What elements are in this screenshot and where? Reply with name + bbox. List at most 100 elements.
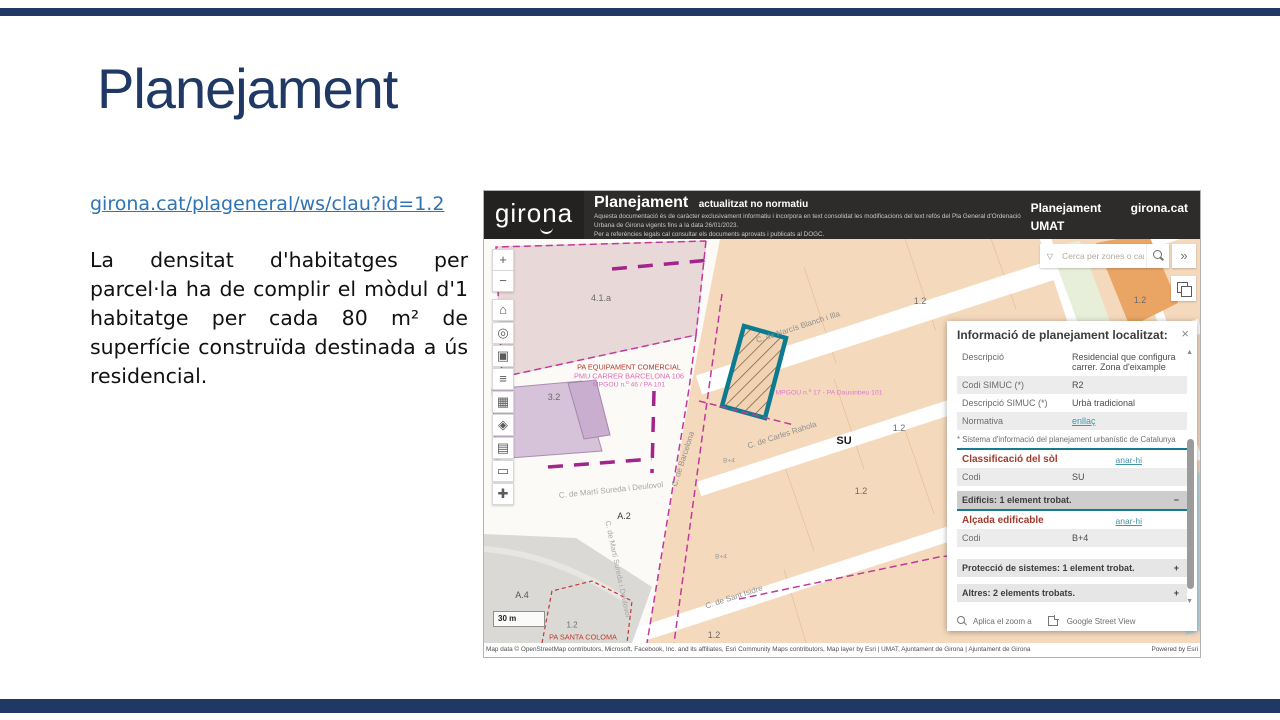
app-header: girona Planejament actualitzat no normat…	[484, 191, 1200, 239]
section-label: Edificis: 1 element trobat.	[962, 495, 1072, 505]
zone-label: 1.2	[914, 296, 927, 306]
attribute-row: Descripció Residencial que configura car…	[957, 348, 1187, 376]
section-label: Protecció de sistemes: 1 element trobat.	[962, 563, 1135, 573]
close-icon[interactable]: ×	[1181, 326, 1189, 341]
expand-search-button[interactable]: »	[1172, 244, 1196, 268]
zoom-in-button[interactable]: +	[492, 249, 514, 271]
zone-label: 1.2	[1134, 295, 1147, 305]
row-label: Descripció	[957, 348, 1070, 376]
attribution-text: Map data © OpenStreetMap contributors, M…	[486, 646, 1031, 653]
plan-label: MPGOU n.º 17 - PA Dausinbeu 101	[775, 390, 882, 397]
scroll-up-icon[interactable]: ▲	[1186, 349, 1193, 356]
group-title: Classificació del sòl	[962, 454, 1058, 465]
basemap-gallery-icon	[1177, 282, 1188, 293]
measure-button[interactable]: ▭	[492, 460, 514, 482]
page-title: Planejament	[97, 56, 397, 121]
basemap-grid-button[interactable]: ▦	[492, 391, 514, 413]
plan-label: MPGOU n.º 46 / PA 101	[593, 382, 665, 389]
row-value: R2	[1070, 376, 1187, 394]
panel-footnote: * Sistema d'informació del planejament u…	[957, 430, 1187, 448]
street-view-icon	[1048, 616, 1058, 626]
group-title: Alçada edificable	[962, 515, 1044, 526]
extent-button[interactable]: ▣	[492, 345, 514, 367]
disclaimer-line-1: Aquesta documentació és de caràcter excl…	[594, 212, 1024, 230]
height-code-label: B+4	[715, 554, 727, 561]
zoom-to-link[interactable]: Aplica el zoom a	[973, 617, 1032, 626]
panel-scrollbar[interactable]	[1187, 439, 1194, 589]
top-accent-bar	[0, 8, 1280, 16]
zone-label: 4.1.a	[591, 293, 611, 303]
zone-label: 1.2	[566, 621, 577, 630]
collapse-icon[interactable]: −	[1174, 495, 1179, 505]
attribute-row: Codi SU	[957, 468, 1187, 486]
home-button[interactable]: ⌂	[492, 299, 514, 321]
expand-icon[interactable]: +	[1174, 588, 1179, 598]
section-edificis[interactable]: Edificis: 1 element trobat. −	[957, 491, 1187, 509]
row-label: Codi	[957, 529, 1070, 547]
header-right-site[interactable]: girona.cat	[1131, 201, 1188, 215]
row-value: B+4	[1070, 529, 1187, 547]
plan-label: PA SANTA COLOMA	[549, 633, 617, 642]
bottom-accent-bar	[0, 699, 1280, 713]
zone-label: 1.2	[893, 423, 906, 433]
normativa-link[interactable]: enllaç	[1070, 412, 1187, 430]
search-icon	[1153, 250, 1162, 259]
app-title: Planejament	[594, 194, 688, 211]
anar-hi-link[interactable]: anar-hi	[1116, 455, 1142, 465]
row-value: Urbà tradicional	[1070, 394, 1187, 412]
girona-link[interactable]: girona.cat/plageneral/ws/clau?id=1.2	[90, 193, 444, 215]
panel-footer: Aplica el zoom a Google Street View	[957, 616, 1135, 626]
anar-hi-link[interactable]: anar-hi	[1116, 516, 1142, 526]
layers-button[interactable]: ◈	[492, 414, 514, 436]
search-submit-button[interactable]	[1146, 244, 1169, 268]
attribute-row: Codi B+4	[957, 529, 1187, 547]
header-right-umat: UMAT	[1031, 217, 1188, 235]
row-label: Normativa	[957, 412, 1070, 430]
body-paragraph: La densitat d'habitatges per parcel·la h…	[90, 246, 468, 392]
scroll-down-icon[interactable]: ▼	[1186, 598, 1193, 605]
print-button[interactable]: ▤	[492, 437, 514, 459]
row-label: Descripció SIMUC (*)	[957, 394, 1070, 412]
expand-icon[interactable]: +	[1174, 563, 1179, 573]
row-value: Residencial que configura carrer. Zona d…	[1070, 348, 1187, 376]
map-attribution: Map data © OpenStreetMap contributors, M…	[484, 643, 1200, 657]
search-input[interactable]	[1060, 250, 1146, 262]
girona-logo[interactable]: girona	[484, 191, 584, 239]
street-view-link[interactable]: Google Street View	[1067, 617, 1136, 626]
section-label: Altres: 2 elements trobats.	[962, 588, 1075, 598]
search-dropdown-caret-icon[interactable]: ▽	[1040, 252, 1060, 261]
attribute-row: Descripció SIMUC (*) Urbà tradicional	[957, 394, 1187, 412]
row-label: Codi SIMUC (*)	[957, 376, 1070, 394]
legend-button[interactable]: ≡	[492, 368, 514, 390]
header-right-title: Planejament	[1031, 201, 1102, 215]
row-label: Codi	[957, 468, 1070, 486]
planejament-app-window: girona Planejament actualitzat no normat…	[483, 190, 1201, 658]
group-heading: Classificació del sòl anar-hi	[957, 448, 1187, 468]
zone-label: 3.2	[548, 392, 561, 402]
search-bar[interactable]: ▽	[1040, 244, 1169, 268]
app-header-titles: Planejament actualitzat no normatiu Aque…	[594, 194, 1024, 239]
powered-by-esri: Powered by Esri	[1147, 643, 1198, 657]
section-altres[interactable]: Altres: 2 elements trobats. +	[957, 584, 1187, 602]
scale-bar: 30 m	[493, 611, 545, 627]
presentation-slide: Planejament girona.cat/plageneral/ws/cla…	[0, 0, 1280, 720]
plan-label: PA EQUIPAMENT COMERCIAL	[577, 363, 681, 372]
zone-label: 1.2	[708, 630, 721, 640]
height-code-label: B+4	[723, 458, 735, 465]
zone-label-su: SU	[836, 435, 851, 447]
zone-label: A.4	[515, 590, 529, 600]
locate-button[interactable]: ◎	[492, 322, 514, 344]
zone-label: A.2	[617, 511, 631, 521]
app-header-right: Planejament girona.cat UMAT	[1031, 199, 1188, 235]
attribute-row: Codi SIMUC (*) R2	[957, 376, 1187, 394]
girona-logo-text: girona	[495, 198, 573, 228]
zoom-to-icon	[957, 616, 967, 626]
map-canvas[interactable]: 4.1.a PA EQUIPAMENT COMERCIAL PMU CARRER…	[484, 239, 1200, 643]
basemap-gallery-button[interactable]	[1171, 276, 1196, 301]
section-proteccio[interactable]: Protecció de sistemes: 1 element trobat.…	[957, 559, 1187, 577]
info-panel: Informació de planejament localitzat: × …	[947, 321, 1197, 631]
zoom-out-button[interactable]: −	[492, 270, 514, 292]
app-subtitle: actualitzat no normatiu	[699, 199, 808, 210]
pan-button[interactable]: ✚	[492, 483, 514, 505]
group-heading: Alçada edificable anar-hi	[957, 509, 1187, 529]
